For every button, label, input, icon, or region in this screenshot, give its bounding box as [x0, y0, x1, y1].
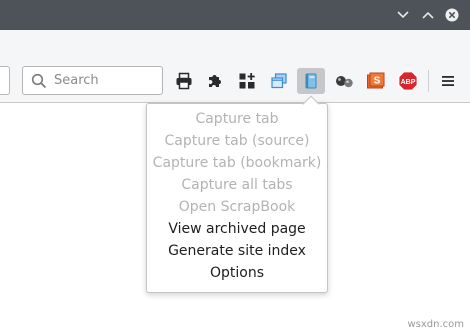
windows-stack-icon: [271, 73, 287, 89]
watermark-text: wsxdn.com: [407, 319, 464, 330]
close-window-button[interactable]: [442, 5, 462, 25]
chevron-down-icon: [397, 11, 409, 19]
menu-item-options[interactable]: Options: [147, 262, 327, 284]
slideshow-button[interactable]: S: [365, 70, 387, 92]
adblock-plus-icon: ABP: [398, 71, 418, 91]
addons-button[interactable]: [204, 70, 226, 92]
browser-window: Search S ABP Capture tab Capture tab (so…: [0, 0, 470, 334]
dashboard-add-button[interactable]: [236, 70, 258, 92]
adblock-plus-button[interactable]: ABP: [397, 70, 419, 92]
print-button[interactable]: [173, 70, 195, 92]
scrapbook-button[interactable]: [297, 68, 325, 94]
scrapbook-icon: [305, 73, 317, 89]
toolbar-separator: [428, 70, 429, 92]
print-icon: [176, 72, 192, 90]
molecules-icon: [336, 76, 353, 88]
puzzle-icon: [209, 75, 221, 87]
url-bar[interactable]: [0, 66, 10, 95]
menu-item-capture-tab-bookmark[interactable]: Capture tab (bookmark): [147, 152, 327, 174]
menu-item-view-archived-page[interactable]: View archived page: [147, 218, 327, 240]
menu-item-generate-site-index[interactable]: Generate site index: [147, 240, 327, 262]
dashboard-add-icon: [239, 73, 255, 89]
navigation-toolbar: Search S ABP: [0, 58, 470, 103]
search-icon: [31, 73, 47, 89]
chevron-up-icon: [422, 11, 434, 19]
slideshow-s-icon: S: [367, 72, 385, 89]
close-icon: [445, 8, 459, 22]
menu-item-capture-tab[interactable]: Capture tab: [147, 108, 327, 130]
maximize-button[interactable]: [418, 5, 438, 25]
tab-strip: [0, 30, 470, 58]
menu-item-open-scrapbook[interactable]: Open ScrapBook: [147, 196, 327, 218]
open-menu-button[interactable]: [437, 70, 459, 92]
menu-item-capture-all-tabs[interactable]: Capture all tabs: [147, 174, 327, 196]
molecules-button[interactable]: [333, 70, 355, 92]
search-input-placeholder: Search: [54, 73, 99, 88]
abp-label: ABP: [401, 79, 416, 86]
menu-items: Capture tab Capture tab (source) Capture…: [147, 108, 327, 284]
svg-text:S: S: [374, 76, 381, 87]
scrapbook-menu: Capture tab Capture tab (source) Capture…: [146, 103, 328, 293]
hamburger-menu-icon: [442, 76, 454, 86]
windows-button[interactable]: [268, 70, 290, 92]
window-titlebar: [0, 0, 470, 30]
menu-item-capture-tab-source[interactable]: Capture tab (source): [147, 130, 327, 152]
search-bar[interactable]: Search: [22, 66, 163, 95]
minimize-button[interactable]: [393, 5, 413, 25]
